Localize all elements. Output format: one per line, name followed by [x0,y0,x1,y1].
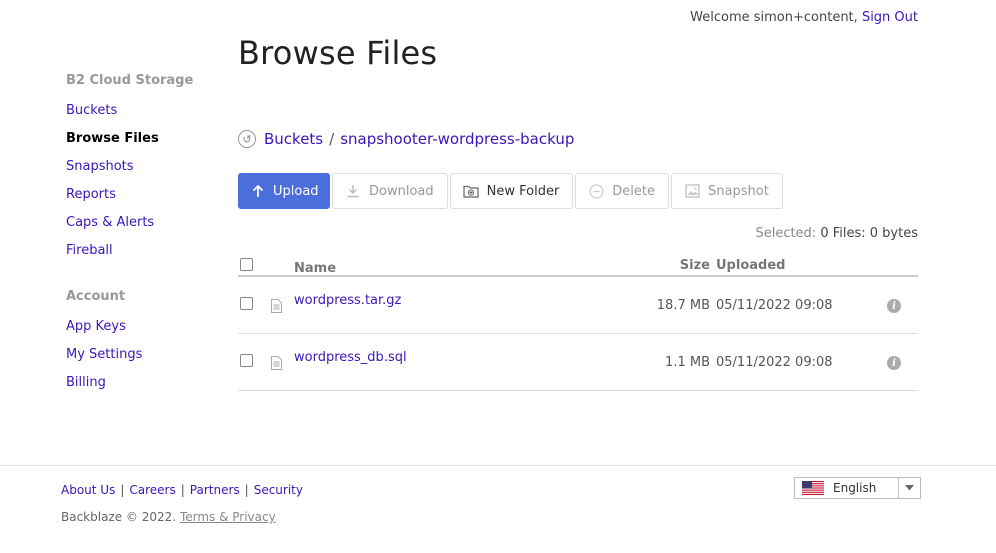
row-checkbox[interactable] [240,354,253,367]
footer-link-careers[interactable]: Careers [129,483,175,497]
row-checkbox[interactable] [240,297,253,310]
file-icon [271,356,282,370]
download-button[interactable]: Download [332,173,448,209]
sidebar-item-my-settings[interactable]: My Settings [66,345,226,373]
arrow-up-icon [251,183,265,199]
file-uploaded: 05/11/2022 09:08 [716,298,833,313]
selection-label: Selected: [755,226,817,241]
file-size: 18.7 MB [656,298,710,313]
sidebar: B2 Cloud Storage Buckets Browse Files Sn… [66,73,226,401]
breadcrumb-buckets[interactable]: Buckets [264,130,323,148]
delete-label: Delete [612,183,656,199]
file-icon [271,299,282,313]
upload-label: Upload [273,183,319,199]
selection-summary: Selected: 0 Files: 0 bytes [755,226,918,241]
sidebar-item-snapshots[interactable]: Snapshots [66,157,226,185]
file-size: 1.1 MB [665,355,710,370]
minus-circle-icon [588,183,604,199]
welcome-bar: Welcome simon+content, Sign Out [690,10,918,25]
column-uploaded[interactable]: Uploaded [716,258,785,273]
table-row: wordpress.tar.gz 18.7 MB 05/11/2022 09:0… [238,277,918,334]
terms-privacy-link[interactable]: Terms & Privacy [180,510,276,524]
download-label: Download [369,183,434,199]
delete-button[interactable]: Delete [575,173,670,209]
selection-value: 0 Files: 0 bytes [820,226,918,241]
folder-plus-icon [463,183,479,199]
language-select[interactable]: English [794,477,921,499]
footer-link-security[interactable]: Security [254,483,303,497]
upload-button[interactable]: Upload [238,173,330,209]
snapshot-button[interactable]: Snapshot [671,173,783,209]
history-icon[interactable]: ↺ [238,130,256,148]
copyright: Backblaze © 2022. Terms & Privacy [61,510,276,524]
sign-out-link[interactable]: Sign Out [862,10,918,25]
info-icon[interactable]: i [887,356,901,370]
image-icon [684,183,700,199]
download-icon [345,183,361,199]
copyright-text: Backblaze © 2022. [61,510,177,524]
language-value: English [833,481,877,495]
sidebar-item-reports[interactable]: Reports [66,185,226,213]
file-table: Name Size Uploaded wordpress.tar.gz 18.7… [238,253,918,391]
chevron-down-icon[interactable] [898,478,920,498]
new-folder-button[interactable]: New Folder [449,173,574,209]
file-uploaded: 05/11/2022 09:08 [716,355,833,370]
info-icon[interactable]: i [887,299,901,313]
new-folder-label: New Folder [486,183,560,199]
table-row: wordpress_db.sql 1.1 MB 05/11/2022 09:08… [238,334,918,391]
welcome-text: Welcome simon+content, [690,10,858,25]
footer: About Us | Careers | Partners | Security Backb… [0,465,996,553]
table-header: Name Size Uploaded [238,253,918,277]
footer-link-about-us[interactable]: About Us [61,483,115,497]
footer-links: About Us | Careers | Partners | Security [61,483,303,497]
sidebar-section-account: Account [66,289,126,304]
select-all-checkbox[interactable] [240,258,253,271]
snapshot-label: Snapshot [708,183,769,199]
breadcrumb: ↺ Buckets / snapshooter-wordpress-backup [238,130,574,148]
breadcrumb-separator: / [329,130,335,148]
file-name-link[interactable]: wordpress.tar.gz [294,293,401,308]
sidebar-item-billing[interactable]: Billing [66,373,226,401]
footer-link-partners[interactable]: Partners [190,483,240,497]
column-size[interactable]: Size [680,258,710,273]
page-title: Browse Files [238,34,438,72]
sidebar-item-caps-alerts[interactable]: Caps & Alerts [66,213,226,241]
us-flag-icon [802,481,824,495]
sidebar-item-app-keys[interactable]: App Keys [66,317,226,345]
breadcrumb-current-bucket[interactable]: snapshooter-wordpress-backup [340,130,574,148]
sidebar-item-buckets[interactable]: Buckets [66,101,226,129]
column-name[interactable]: Name [294,261,336,276]
sidebar-section-b2: B2 Cloud Storage [66,73,194,88]
file-name-link[interactable]: wordpress_db.sql [294,350,407,365]
sidebar-item-browse-files[interactable]: Browse Files [66,129,226,157]
sidebar-item-fireball[interactable]: Fireball [66,241,226,269]
file-toolbar: Upload Download New Folder Delete Snapsh… [238,173,785,209]
